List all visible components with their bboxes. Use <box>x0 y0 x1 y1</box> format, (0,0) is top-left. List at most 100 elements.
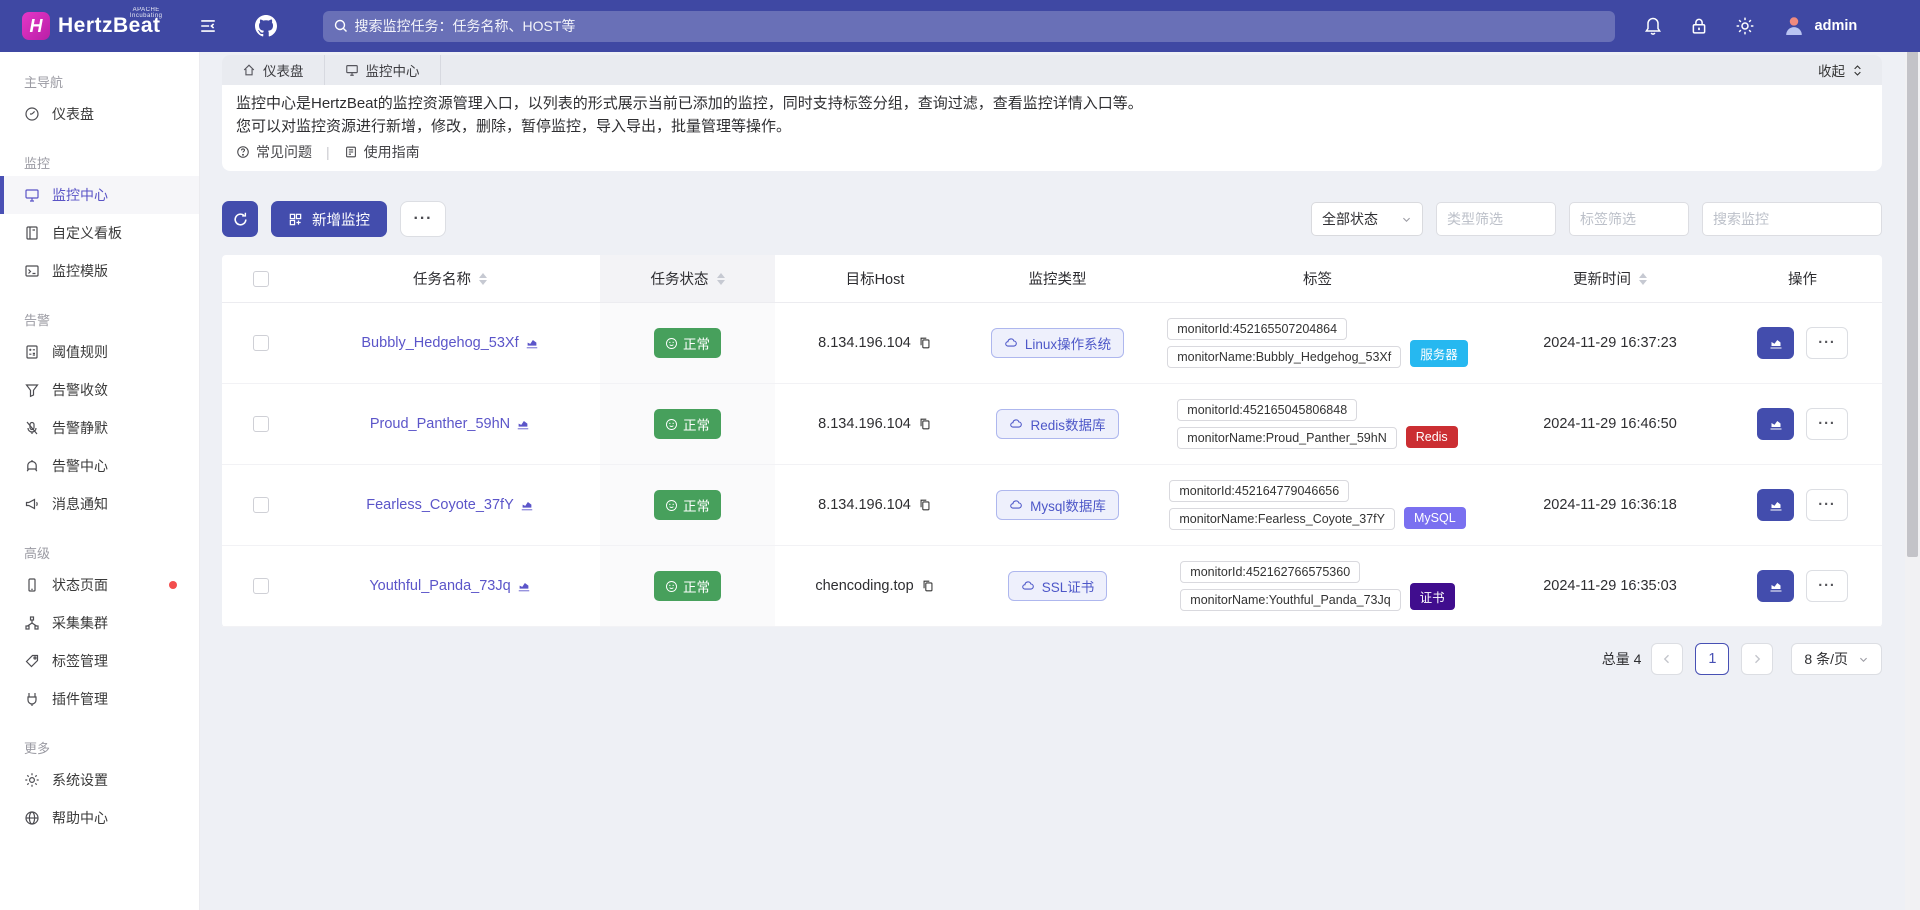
refresh-icon <box>233 212 247 226</box>
row-more-button[interactable]: ··· <box>1806 327 1848 359</box>
type-filter-input[interactable] <box>1436 202 1556 236</box>
copy-icon[interactable] <box>921 579 935 593</box>
sidebar-item-system-settings[interactable]: 系统设置 <box>0 761 199 799</box>
sidebar-item-collector-cluster[interactable]: 采集集群 <box>0 604 199 642</box>
monitor-name-link[interactable]: Proud_Panther_59hN <box>370 416 530 432</box>
menu-fold-icon[interactable] <box>199 17 217 35</box>
sidebar-item-alert-converge[interactable]: 告警收敛 <box>0 371 199 409</box>
github-icon[interactable] <box>254 15 277 37</box>
status-filter-select[interactable]: 全部状态 <box>1311 202 1423 236</box>
sidebar-item-help-center[interactable]: 帮助中心 <box>0 799 199 837</box>
tag-filter-input[interactable] <box>1569 202 1689 236</box>
faq-link[interactable]: 常见问题 <box>236 142 312 162</box>
sidebar-item-dashboard[interactable]: 仪表盘 <box>0 95 199 133</box>
bell-icon[interactable] <box>1643 16 1663 36</box>
add-monitor-button[interactable]: 新增监控 <box>271 201 387 237</box>
lock-icon[interactable] <box>1689 16 1709 36</box>
monitor-type-tag[interactable]: Linux操作系统 <box>990 328 1125 358</box>
red-dot-badge <box>169 581 177 589</box>
tab-dashboard[interactable]: 仪表盘 <box>222 55 325 85</box>
sidebar-item-monitor-center[interactable]: 监控中心 <box>0 176 199 214</box>
area-chart-icon <box>1770 340 1781 349</box>
chart-detail-button[interactable] <box>1757 570 1794 602</box>
table-row: Youthful_Panda_73Jq 正常 chencoding.top SS… <box>222 546 1882 627</box>
monitor-name-link[interactable]: Youthful_Panda_73Jq <box>369 578 530 594</box>
link-divider: | <box>326 144 330 160</box>
monitor-type-tag[interactable]: SSL证书 <box>1007 571 1108 601</box>
monitor-name-tag: monitorName:Bubbly_Hedgehog_53Xf <box>1167 346 1402 368</box>
window-scrollbar[interactable]: ▲ <box>1905 0 1920 910</box>
smile-icon <box>666 418 677 430</box>
select-all-checkbox[interactable] <box>253 270 269 287</box>
search-input[interactable] <box>322 10 1615 42</box>
sort-name[interactable] <box>479 272 487 285</box>
sidebar-item-custom-board[interactable]: 自定义看板 <box>0 214 199 252</box>
smile-icon <box>666 337 677 349</box>
page-number-current[interactable]: 1 <box>1695 643 1730 675</box>
chart-icon <box>517 420 529 430</box>
monitor-type-tag[interactable]: Mysql数据库 <box>996 490 1119 520</box>
table-row: Proud_Panther_59hN 正常 8.134.196.104 Redi… <box>222 384 1882 465</box>
question-circle-icon <box>237 146 249 158</box>
megaphone-icon <box>25 498 38 510</box>
chart-detail-button[interactable] <box>1757 489 1794 521</box>
refresh-button[interactable] <box>222 201 258 237</box>
monitor-type-tag[interactable]: Redis数据库 <box>996 409 1119 439</box>
row-checkbox[interactable] <box>253 416 269 432</box>
sidebar-section-monitor: 监控 <box>24 156 51 171</box>
toolbar: 新增监控 ··· 全部状态 <box>222 201 1882 237</box>
area-chart-icon <box>1770 583 1781 592</box>
copy-icon[interactable] <box>918 336 932 350</box>
sidebar-item-status-page[interactable]: 状态页面 <box>0 566 199 604</box>
col-name: 任务名称 <box>413 272 471 288</box>
collapse-toggle[interactable]: 收起 <box>1818 55 1882 85</box>
custom-tag: Redis <box>1405 426 1458 448</box>
template-icon <box>25 265 39 277</box>
page-size-select[interactable]: 8 条/页 <box>1791 643 1882 675</box>
custom-tag: MySQL <box>1403 507 1466 529</box>
monitor-name-tag: monitorName:Fearless_Coyote_37fY <box>1169 508 1395 530</box>
sidebar-item-plugin-manage[interactable]: 插件管理 <box>0 680 199 718</box>
monitor-id-tag: monitorId:452165045806848 <box>1177 399 1358 421</box>
table-header-row: 任务名称 任务状态 目标Host 监控类型 标签 更新时间 操作 <box>222 255 1882 303</box>
more-actions-button[interactable]: ··· <box>400 201 446 237</box>
tab-monitor-center[interactable]: 监控中心 <box>325 55 441 85</box>
intro-line-2: 您可以对监控资源进行新增，修改，删除，暂停监控，导入导出，批量管理等操作。 <box>236 118 792 135</box>
cloud-icon <box>1010 419 1023 428</box>
sort-time[interactable] <box>1639 272 1647 285</box>
copy-icon[interactable] <box>918 498 932 512</box>
gear-icon[interactable] <box>1735 16 1755 36</box>
monitor-icon <box>345 65 358 76</box>
row-more-button[interactable]: ··· <box>1806 489 1848 521</box>
monitor-name-link[interactable]: Bubbly_Hedgehog_53Xf <box>361 335 538 351</box>
update-time: 2024-11-29 16:36:18 <box>1543 497 1677 513</box>
row-more-button[interactable]: ··· <box>1806 570 1848 602</box>
sidebar-item-monitor-template[interactable]: 监控模版 <box>0 252 199 290</box>
update-time: 2024-11-29 16:46:50 <box>1543 416 1677 432</box>
funnel-icon <box>25 384 39 398</box>
sidebar-item-alert-silence[interactable]: 告警静默 <box>0 409 199 447</box>
monitor-search-input[interactable] <box>1702 202 1882 236</box>
row-more-button[interactable]: ··· <box>1806 408 1848 440</box>
status-badge: 正常 <box>654 409 721 439</box>
next-page-button[interactable] <box>1741 643 1774 675</box>
row-checkbox[interactable] <box>253 335 269 351</box>
prev-page-button[interactable] <box>1651 643 1684 675</box>
sidebar-item-notification[interactable]: 消息通知 <box>0 485 199 523</box>
row-checkbox[interactable] <box>253 578 269 594</box>
row-checkbox[interactable] <box>253 497 269 513</box>
sidebar-item-tag-manage[interactable]: 标签管理 <box>0 642 199 680</box>
scrollbar-thumb[interactable] <box>1907 17 1918 557</box>
custom-tag: 证书 <box>1409 583 1455 610</box>
chart-detail-button[interactable] <box>1757 408 1794 440</box>
chart-detail-button[interactable] <box>1757 327 1794 359</box>
sidebar-item-alert-center[interactable]: 告警中心 <box>0 447 199 485</box>
sidebar-item-threshold-rules[interactable]: 阈值规则 <box>0 333 199 371</box>
guide-link[interactable]: 使用指南 <box>344 142 420 162</box>
brand-logo[interactable]: H HertzBeat APACHE Incubating <box>22 7 162 40</box>
monitor-id-tag: monitorId:452165507204864 <box>1167 318 1348 340</box>
monitor-name-link[interactable]: Fearless_Coyote_37fY <box>366 497 534 513</box>
user-menu[interactable]: admin <box>1781 13 1857 39</box>
copy-icon[interactable] <box>918 417 932 431</box>
sort-status[interactable] <box>716 272 725 285</box>
